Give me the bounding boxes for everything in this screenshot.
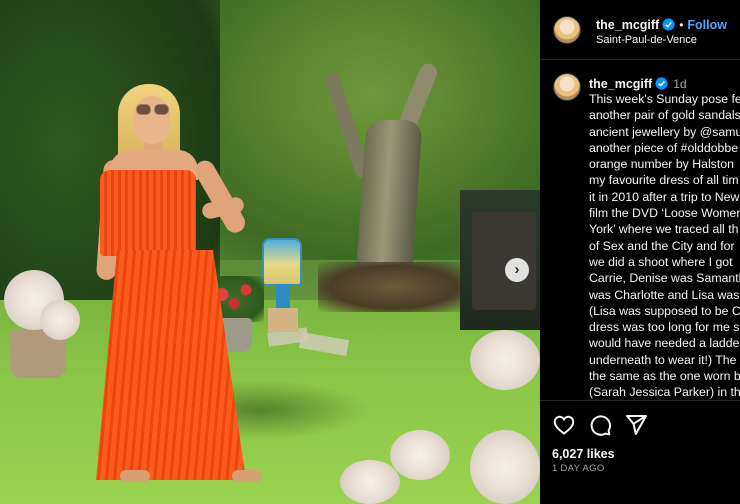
chevron-right-icon[interactable]: › [505, 258, 529, 282]
white-hydrangea [470, 430, 540, 504]
sunglasses [136, 104, 170, 116]
verified-badge-icon [662, 18, 675, 31]
dress-bodice [100, 170, 196, 256]
white-hydrangea [390, 430, 450, 480]
wicker-planter [472, 212, 536, 310]
caption-line: Carrie, Denise was Samanth [589, 271, 740, 286]
white-hydrangea [470, 330, 540, 390]
follow-button[interactable]: Follow [687, 18, 727, 32]
white-hydrangea [340, 460, 400, 504]
pedestal-base [268, 308, 298, 332]
caption-line: This week's Sunday pose fea [589, 92, 740, 106]
feet [120, 470, 270, 490]
username-link[interactable]: the_mcgiff [596, 18, 659, 32]
garden-pedestal [262, 238, 302, 286]
comment-bubble-icon[interactable] [588, 413, 612, 437]
verified-badge-icon [655, 77, 668, 90]
caption-line: orange number by Halston [589, 157, 734, 172]
caption-line: (Lisa was supposed to be Ca [589, 303, 740, 318]
location-link[interactable]: Saint-Paul-de-Vence [596, 34, 697, 46]
actions-bar: 6,027 likes 1 DAY AGO [540, 400, 740, 504]
caption-line: (Sarah Jessica Parker) in the [589, 385, 740, 400]
white-hydrangea [40, 300, 80, 340]
like-count[interactable]: 6,027 likes [552, 447, 615, 461]
caption-line: another piece of #olddobbe [589, 140, 739, 155]
caption-line: of Sex and the City and for [589, 238, 735, 253]
caption-line: the same as the one worn b [589, 369, 740, 384]
caption-line: was Charlotte and Lisa was [589, 287, 740, 302]
post-photo[interactable]: › [0, 0, 540, 504]
header-line: the_mcgiff • Follow [596, 16, 727, 34]
heart-icon[interactable] [552, 413, 576, 437]
caption-line: ancient jewellery by @samu [589, 124, 740, 139]
caption-line: film the DVD ‘Loose Women [589, 206, 740, 221]
caption-line: would have needed a ladde [589, 336, 740, 351]
avatar[interactable] [553, 73, 581, 101]
caption-line: another pair of gold sandals [589, 108, 740, 123]
caption-line: we did a shoot where I got [589, 254, 733, 269]
separator-dot: • [679, 18, 684, 32]
posted-time: 1 DAY AGO [552, 463, 605, 474]
paper-plane-icon[interactable] [624, 413, 648, 437]
caption-line: it in 2010 after a trip to New [589, 189, 740, 204]
post-sidebar: the_mcgiff • Follow Saint-Paul-de-Vence th… [540, 0, 740, 504]
username-link[interactable]: the_mcgiff [589, 77, 652, 91]
caption-line: dress was too long for me s [589, 320, 740, 335]
post-header: the_mcgiff • Follow Saint-Paul-de-Vence [540, 0, 740, 60]
caption-line: underneath to wear it!) The [589, 352, 737, 367]
caption-area: the_mcgiff 1d This week's Sunday pose fea… [540, 60, 740, 400]
avatar[interactable] [553, 16, 581, 44]
caption-line: York’ where we traced all th [589, 222, 739, 237]
tree-base [318, 262, 468, 312]
caption-line: my favourite dress of all tim [589, 173, 739, 188]
caption-text: This week's Sunday pose fea another pair … [589, 91, 740, 400]
post-time: 1d [673, 77, 687, 91]
